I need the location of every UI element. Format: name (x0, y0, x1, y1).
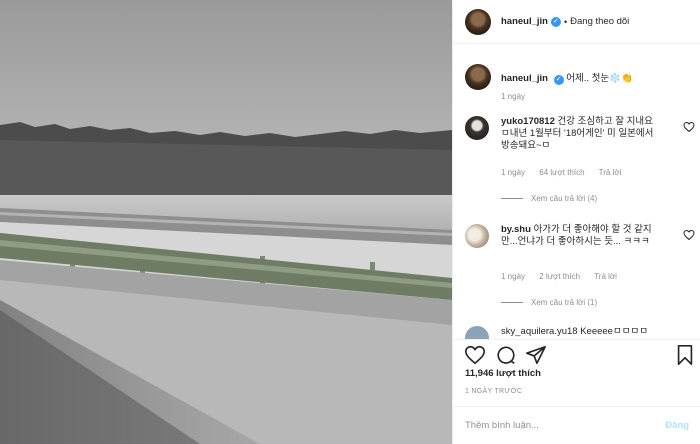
comment-reply-button[interactable]: Trả lời (594, 272, 617, 281)
post-caption: haneul_jin ✓ 어제.. 첫눈❄️👏 1 ngày (465, 64, 695, 101)
verified-badge-icon: ✓ (550, 16, 561, 27)
caption-time: 1 ngày (501, 92, 526, 101)
comment-text: sky_aquilera.yu18 Keeeeeㅁㅁㅁㅁ (501, 326, 648, 337)
comment-username[interactable]: yuko170812 (501, 116, 555, 127)
comment-text: yuko170812 건강 조심하고 잘 지내요ㅁ내년 1월부터 '18어게인'… (501, 116, 661, 152)
post-actions-bar (453, 340, 700, 388)
comment-avatar[interactable] (465, 326, 489, 339)
post-side-panel: haneul_jin ✓ • Đang theo dõi haneul_jin … (452, 0, 700, 444)
comment-time: 1 ngày (501, 168, 526, 177)
comment-reply-button[interactable]: Trả lời (599, 168, 622, 177)
bookmark-icon[interactable] (674, 344, 696, 366)
post-comment-button[interactable]: Đăng (665, 420, 689, 431)
view-replies-label: Xem câu trả lời (1) (531, 298, 598, 307)
replies-divider (501, 198, 523, 199)
view-replies-label: Xem câu trả lời (4) (531, 194, 598, 203)
like-count[interactable]: 11,946 lượt thích (465, 368, 541, 379)
comment-like-heart-icon[interactable] (683, 121, 695, 133)
view-replies-button[interactable]: Xem câu trả lời (4) (501, 194, 597, 203)
comment-icon[interactable] (495, 344, 517, 366)
comment-meta: 1 ngày 64 lượt thích Trả lời (501, 168, 633, 177)
comment-avatar[interactable] (465, 116, 489, 140)
snowy-highway-photo (0, 0, 452, 444)
comment-likes[interactable]: 2 lượt thích (539, 272, 580, 281)
comment-meta: 1 ngày 2 lượt thích Trả lời (501, 272, 629, 281)
author-avatar[interactable] (465, 8, 491, 35)
caption-text: 어제.. 첫눈❄️👏 (566, 72, 633, 84)
post-header: haneul_jin ✓ • Đang theo dõi (453, 0, 700, 44)
heart-icon[interactable] (464, 344, 486, 366)
comment-like-heart-icon[interactable] (683, 229, 695, 241)
comment-time: 1 ngày (501, 272, 526, 281)
comment-username[interactable]: by.shu (501, 224, 531, 235)
share-icon[interactable] (525, 344, 547, 366)
instagram-post: haneul_jin ✓ • Đang theo dõi haneul_jin … (0, 0, 700, 444)
comments-list[interactable]: haneul_jin ✓ 어제.. 첫눈❄️👏 1 ngày yuko17081… (453, 44, 700, 340)
view-replies-button[interactable]: Xem câu trả lời (1) (501, 298, 597, 307)
comment-item-partial: sky_aquilera.yu18 Keeeeeㅁㅁㅁㅁ (465, 326, 697, 339)
author-username[interactable]: haneul_jin (501, 16, 548, 27)
comment-input[interactable] (465, 420, 666, 431)
following-status-button[interactable]: Đang theo dõi (570, 16, 629, 27)
caption-verified-badge-icon: ✓ (553, 74, 564, 85)
separator-dot: • (563, 16, 568, 27)
comment-likes[interactable]: 64 lượt thích (539, 168, 584, 177)
caption-avatar[interactable] (465, 64, 491, 90)
comment-text: by.shu 아가가 더 좋아해야 할 것 같지만...언냐가 더 좋아하시는 … (501, 224, 661, 248)
comment-composer: Đăng (453, 406, 700, 444)
post-photo[interactable] (0, 0, 452, 444)
post-timestamp[interactable]: 1 NGÀY TRƯỚC (465, 388, 522, 395)
replies-divider (501, 302, 523, 303)
caption-body: haneul_jin ✓ 어제.. 첫눈❄️👏 (501, 70, 633, 85)
comment-avatar[interactable] (465, 224, 489, 248)
caption-username[interactable]: haneul_jin (501, 73, 548, 84)
